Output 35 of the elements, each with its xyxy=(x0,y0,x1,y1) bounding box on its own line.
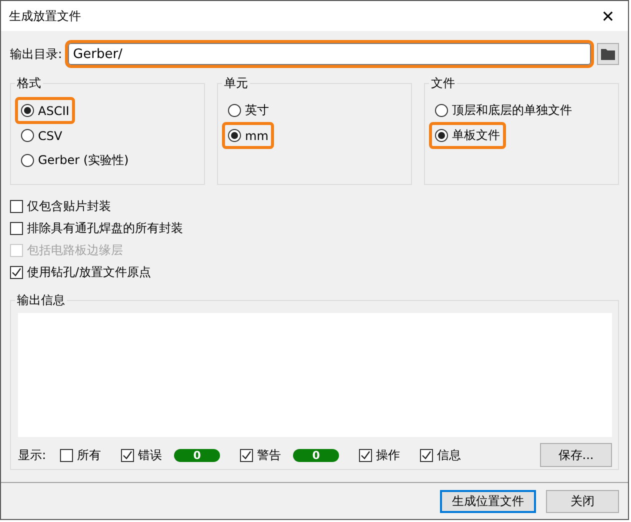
count-badge: 0 xyxy=(293,448,340,462)
output-dir-field[interactable]: Gerber/ xyxy=(68,43,591,65)
radio-option[interactable]: Gerber (实验性) xyxy=(18,150,132,171)
checkbox[interactable]: 仅包含贴片封装 xyxy=(10,197,619,216)
count-badge: 0 xyxy=(174,448,220,462)
check-icon xyxy=(241,450,252,460)
checkbox[interactable]: 警告 xyxy=(240,446,282,464)
check-icon xyxy=(360,450,372,460)
checkbox[interactable]: 错误 xyxy=(121,446,162,464)
radio-option[interactable]: ASCII xyxy=(18,100,72,121)
checkbox[interactable]: 信息 xyxy=(420,446,462,464)
radio-option[interactable]: mm xyxy=(225,125,272,146)
dialog-button[interactable]: 关闭 xyxy=(546,490,619,513)
output-dir-label: 输出目录: xyxy=(10,46,62,62)
group-title: 文件 xyxy=(429,75,457,92)
window-title: 生成放置文件 xyxy=(9,8,81,24)
group-title: 输出信息 xyxy=(15,292,67,309)
checkbox[interactable]: 使用钻孔/放置文件原点 xyxy=(10,263,619,282)
close-button[interactable]: ✕ xyxy=(588,1,628,31)
check-icon xyxy=(421,450,432,460)
dialog-button[interactable]: 生成位置文件 xyxy=(440,490,536,513)
checkbox[interactable]: 操作 xyxy=(359,446,400,464)
checkbox[interactable]: 排除具有通孔焊盘的所有封装 xyxy=(10,219,619,238)
checkbox[interactable]: 所有 xyxy=(60,446,102,464)
radio-option[interactable]: 单板文件 xyxy=(432,125,503,146)
save-button[interactable]: 保存... xyxy=(540,443,612,467)
show-label: 显示: xyxy=(18,446,46,464)
radio-option[interactable]: 顶层和底层的单独文件 xyxy=(432,100,575,121)
group-title: 格式 xyxy=(15,75,43,92)
browse-button[interactable] xyxy=(597,43,619,65)
radio-option[interactable]: CSV xyxy=(18,125,66,146)
check-icon xyxy=(11,267,22,278)
radio-option[interactable]: 英寸 xyxy=(225,100,272,121)
check-icon xyxy=(122,450,134,460)
folder-icon xyxy=(601,48,615,60)
